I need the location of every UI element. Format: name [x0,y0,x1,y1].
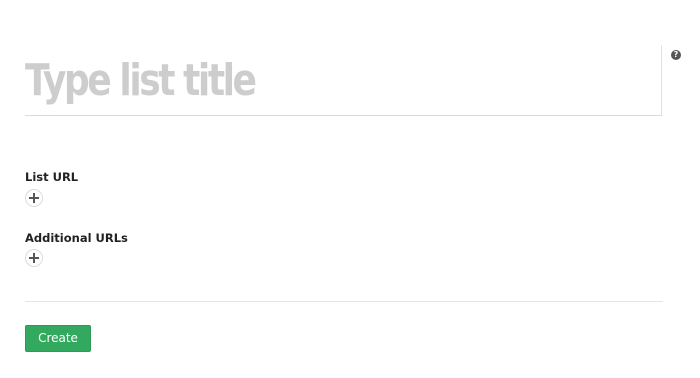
add-additional-url-button[interactable] [25,249,43,267]
create-button[interactable]: Create [25,325,91,352]
question-circle-icon[interactable]: ? [671,50,681,60]
form-divider [25,301,663,302]
list-title-input[interactable] [25,45,542,115]
add-list-url-button[interactable] [25,189,43,207]
plus-icon [29,253,39,263]
plus-icon [29,193,39,203]
list-url-label: List URL [25,170,79,184]
additional-urls-label: Additional URLs [25,231,128,245]
list-title-box [25,45,662,116]
